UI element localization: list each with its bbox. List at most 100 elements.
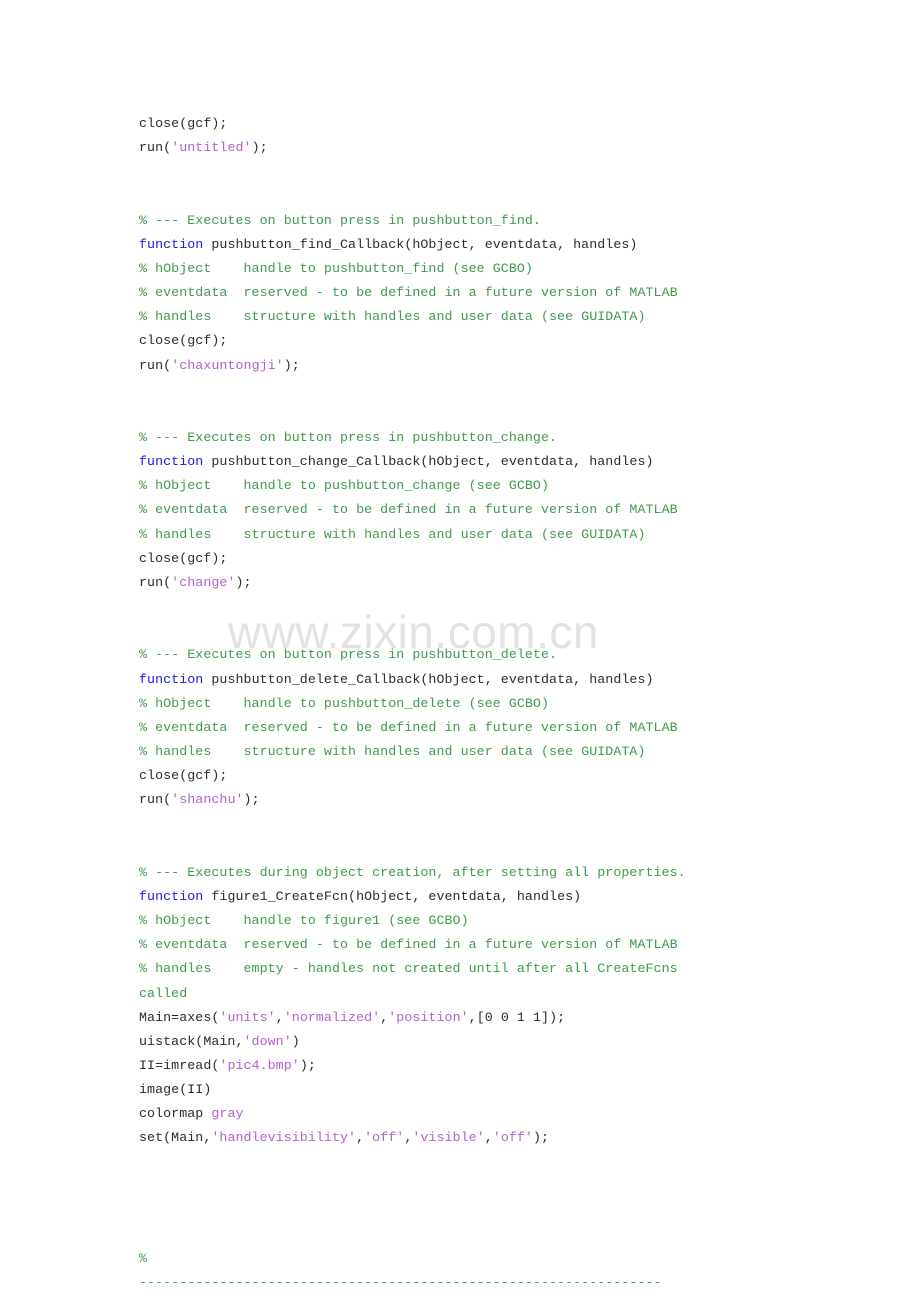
code-token-keyword: function [139,236,204,252]
code-token-plain: Main=axes( [139,1009,220,1025]
code-token-plain: uistack(Main, [139,1033,244,1049]
code-token-string: 'pic4.bmp' [219,1057,300,1073]
code-line: % [139,1247,839,1271]
code-token-plain: run( [139,574,172,590]
code-line: % --- Executes during object creation, a… [139,861,839,885]
code-token-comment: % hObject handle to pushbutton_find (see… [139,260,533,276]
code-token-string: 'normalized' [283,1009,381,1025]
code-token-string: 'untitled' [171,140,252,156]
code-token-plain: close(gcf); [139,116,228,131]
code-line: run('chaxuntongji'); [139,354,839,378]
code-token-plain: run( [139,140,172,156]
code-token-plain: ); [251,140,268,156]
code-line: % --- Executes on button press in pushbu… [139,426,839,450]
code-token-comment: % hObject handle to pushbutton_change (s… [139,478,550,494]
code-token-comment: % --- Executes during object creation, a… [139,864,686,880]
code-line: run('untitled'); [139,136,839,160]
code-token-plain: close(gcf); [139,550,228,566]
code-token-string: 'position' [388,1009,469,1025]
code-token-keyword: function [139,671,204,687]
code-token-plain: run( [139,357,172,373]
code-line: close(gcf); [139,547,839,571]
code-token-string: 'units' [219,1009,276,1025]
code-line: close(gcf); [139,112,839,136]
code-line: image(II) [139,1078,839,1102]
code-line: % eventdata reserved - to be defined in … [139,498,839,522]
code-token-plain: colormap [139,1106,212,1122]
code-token-plain: ,[0 0 1 1]); [468,1009,566,1025]
code-token-keyword: function [139,454,204,470]
code-line: function pushbutton_change_Callback(hObj… [139,450,839,474]
code-line: function pushbutton_find_Callback(hObjec… [139,233,839,257]
code-token-plain: ); [532,1130,550,1146]
code-line: close(gcf); [139,764,839,788]
code-line: colormap gray [139,1102,839,1126]
code-token-comment: % handles structure with handles and use… [139,309,646,325]
code-token-plain: pushbutton_delete_Callback(hObject, even… [203,671,654,687]
code-token-plain: run( [139,792,172,808]
code-token-plain: ); [243,792,260,808]
code-token-comment: % hObject handle to figure1 (see GCBO) [139,913,469,929]
code-token-string: 'off' [492,1130,533,1146]
code-token-plain: , [275,1009,284,1025]
code-token-comment: % eventdata reserved - to be defined in … [139,502,678,518]
code-token-plain: ); [283,357,300,373]
code-token-comment: % eventdata reserved - to be defined in … [139,285,678,301]
code-token-comment: ----------------------------------------… [139,1275,662,1291]
code-token-plain: , [356,1130,365,1146]
code-token-comment: % handles empty - handles not created un… [139,961,678,977]
code-line: called [139,982,839,1006]
document-page: www.zixin.com.cn close(gcf); run('untitle… [0,0,920,1302]
code-line: % hObject handle to figure1 (see GCBO) [139,909,839,933]
code-token-string: 'chaxuntongji' [171,357,284,373]
code-token-comment: % eventdata reserved - to be defined in … [139,719,678,735]
code-line: function pushbutton_delete_Callback(hObj… [139,668,839,692]
code-line: run('change'); [139,571,839,595]
code-token-comment: % hObject handle to pushbutton_delete (s… [139,695,550,711]
code-token-plain: image(II) [139,1082,212,1098]
code-line: % handles structure with handles and use… [139,305,839,329]
code-token-comment: % eventdata reserved - to be defined in … [139,937,678,953]
code-token-plain: ) [291,1033,300,1049]
code-token-comment: called [139,985,188,1001]
code-line: % --- Executes on button press in pushbu… [139,643,839,667]
code-line: % hObject handle to pushbutton_find (see… [139,257,839,281]
code-line: function figure1_CreateFcn(hObject, even… [139,885,839,909]
code-token-plain: , [484,1130,493,1146]
code-line: % --- Executes on button press in pushbu… [139,209,839,233]
code-line: % eventdata reserved - to be defined in … [139,933,839,957]
code-token-plain: pushbutton_find_Callback(hObject, eventd… [203,236,638,252]
code-token-keyword: function [139,888,204,904]
code-line: uistack(Main,'down') [139,1030,839,1054]
code-token-comment: % handles structure with handles and use… [139,743,646,759]
code-line: II=imread('pic4.bmp'); [139,1054,839,1078]
code-token-plain: close(gcf); [139,768,228,784]
code-token-plain: figure1_CreateFcn(hObject, eventdata, ha… [203,888,582,904]
code-line: % hObject handle to pushbutton_change (s… [139,474,839,498]
code-line: Main=axes('units','normalized','position… [139,1006,839,1030]
code-token-string: 'shanchu' [171,792,244,808]
code-token-comment: % --- Executes on button press in pushbu… [139,647,558,663]
code-token-plain: ); [299,1057,316,1073]
code-token-comment: % --- Executes on button press in pushbu… [139,429,558,445]
code-line: % eventdata reserved - to be defined in … [139,716,839,740]
code-token-plain: II=imread( [139,1057,220,1073]
code-token-string: 'change' [171,574,236,590]
code-line: % handles empty - handles not created un… [139,957,839,981]
code-token-plain: pushbutton_change_Callback(hObject, even… [203,454,654,470]
code-token-comment: % [139,1251,148,1267]
code-token-string: 'visible' [412,1130,485,1146]
code-token-comment: % --- Executes on button press in pushbu… [139,212,541,228]
code-token-comment: % handles structure with handles and use… [139,526,646,542]
code-token-string: 'handlevisibility' [211,1130,357,1146]
